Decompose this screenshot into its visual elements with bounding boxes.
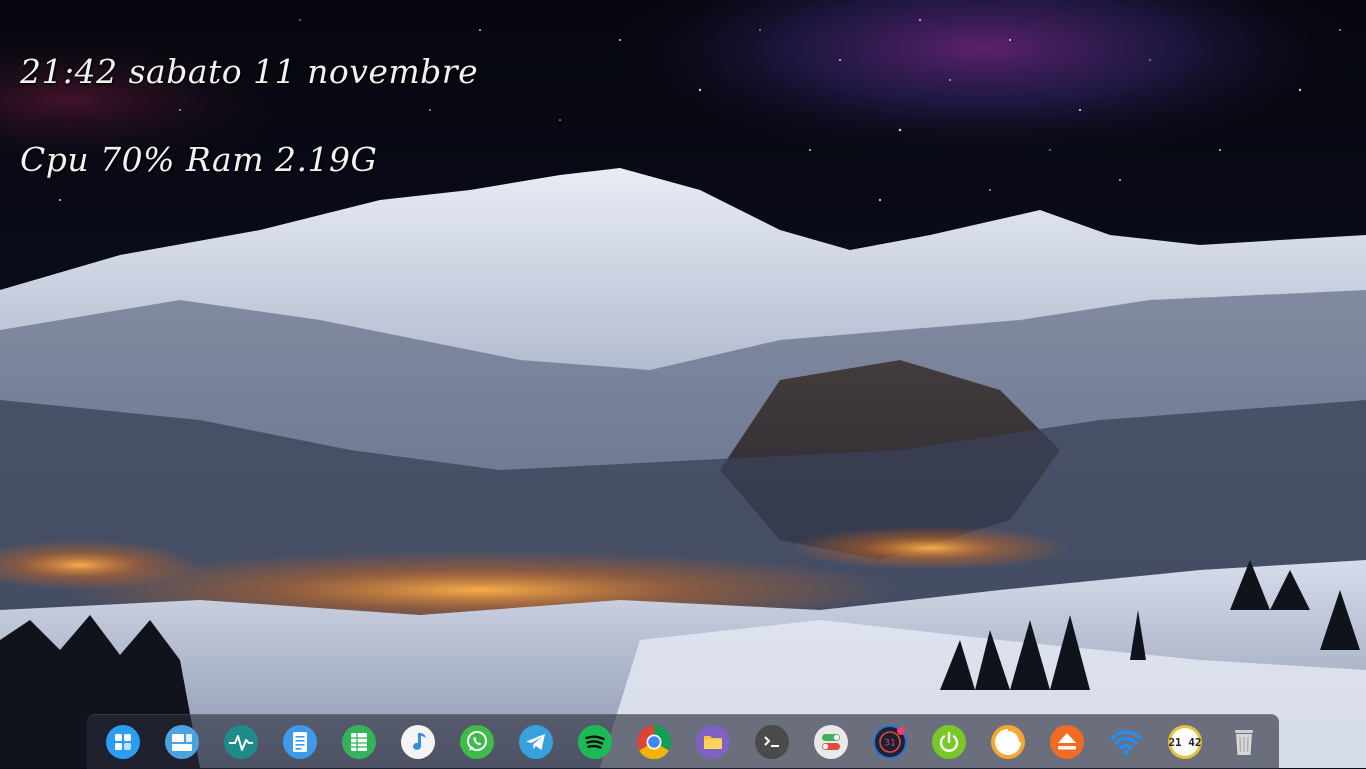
- clock-applet-icon[interactable]: [990, 724, 1026, 760]
- clock-icon[interactable]: 21 42: [1167, 724, 1203, 760]
- settings-toggle-icon[interactable]: [813, 724, 849, 760]
- calendar-icon[interactable]: 31: [872, 724, 908, 760]
- conky-clock-text: 21:42 sabato 11 novembre: [20, 52, 479, 91]
- launcher-icon[interactable]: [105, 724, 141, 760]
- power-icon[interactable]: [931, 724, 967, 760]
- spreadsheet-icon[interactable]: [341, 724, 377, 760]
- multitasking-view-icon[interactable]: [164, 724, 200, 760]
- eject-drive-icon[interactable]: [1049, 724, 1085, 760]
- system-monitor-icon[interactable]: [223, 724, 259, 760]
- text-editor-icon[interactable]: [282, 724, 318, 760]
- chrome-icon[interactable]: [636, 724, 672, 760]
- whatsapp-icon[interactable]: [459, 724, 495, 760]
- wifi-icon[interactable]: [1108, 724, 1144, 760]
- music-player-icon[interactable]: [400, 724, 436, 760]
- file-manager-icon[interactable]: [695, 724, 731, 760]
- dock: 31 21 42: [87, 714, 1279, 769]
- trash-icon[interactable]: [1226, 724, 1262, 760]
- clock-time-label: 21 42: [1168, 736, 1201, 749]
- conky-system-stats-text: Cpu 70% Ram 2.19G: [20, 140, 378, 179]
- terminal-icon[interactable]: [754, 724, 790, 760]
- desktop-wallpaper: [0, 0, 1366, 768]
- spotify-icon[interactable]: [577, 724, 613, 760]
- calendar-day-label: 31: [884, 739, 895, 749]
- telegram-icon[interactable]: [518, 724, 554, 760]
